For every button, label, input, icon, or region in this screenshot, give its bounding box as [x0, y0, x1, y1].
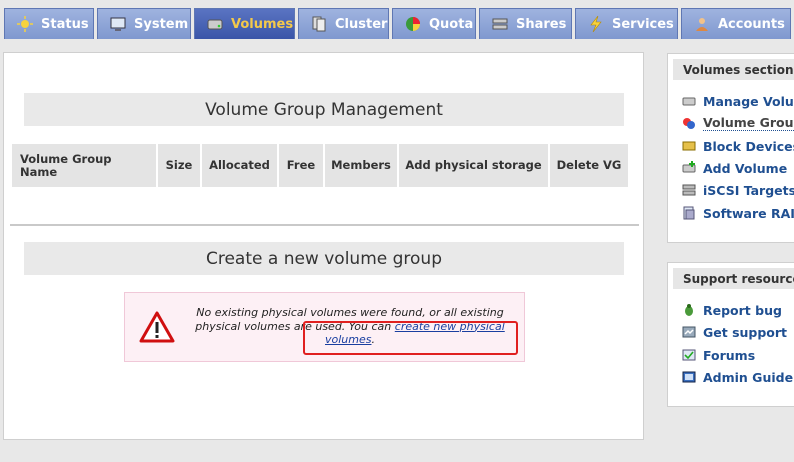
tab-label: System — [134, 16, 189, 32]
sidebar-item-forums[interactable]: Forums — [682, 346, 755, 364]
status-icon — [17, 16, 33, 32]
disk-icon — [682, 94, 696, 108]
block-device-icon — [682, 139, 696, 153]
sidebar-item-label: Add Volume — [703, 160, 788, 176]
warning-triangle-icon — [139, 311, 175, 343]
volume-group-table-header: Volume Group Name Size Allocated Free Me… — [12, 144, 638, 187]
tab-quota[interactable]: Quota — [392, 8, 476, 39]
sidebar-item-get-support[interactable]: Get support — [682, 323, 787, 341]
sidebar-item-label: Get support — [703, 324, 788, 340]
sidebar-item-admin-guide[interactable]: Admin Guide — [682, 368, 793, 386]
column-header-allocated: Allocated — [202, 144, 277, 187]
column-header-delete-vg: Delete VG — [550, 144, 628, 187]
services-icon — [588, 16, 604, 32]
top-nav-tabs: Status System Volumes Cluster Quota Shar… — [0, 0, 794, 40]
column-header-vg-name: Volume Group Name — [12, 144, 156, 187]
tab-label: Status — [41, 16, 89, 32]
tab-label: Accounts — [718, 16, 785, 32]
volume-group-icon — [682, 116, 696, 130]
sidebar-item-label: Block Devices — [703, 138, 794, 154]
column-header-add-physical-storage: Add physical storage — [399, 144, 548, 187]
sidebar-item-label: Software RAID — [703, 205, 794, 221]
bug-icon — [682, 303, 696, 317]
shares-icon — [492, 16, 508, 32]
volumes-icon — [207, 16, 223, 32]
sidebar-item-add-volume[interactable]: Add Volume — [682, 159, 787, 177]
tab-shares[interactable]: Shares — [479, 8, 572, 39]
create-volume-group-title: Create a new volume group — [24, 242, 624, 275]
volumes-section-box: Volumes section Manage Volumes Volume Gr… — [667, 53, 794, 243]
quota-icon — [405, 16, 421, 32]
sidebar-item-software-raid[interactable]: Software RAID — [682, 204, 794, 222]
section-divider — [10, 224, 639, 226]
tab-label: Shares — [516, 16, 567, 32]
guide-icon — [682, 370, 696, 384]
volumes-section-title: Volumes section — [673, 59, 794, 80]
main-content-panel: Volume Group Management Volume Group Nam… — [3, 52, 644, 440]
support-resources-title: Support resources — [673, 268, 794, 289]
column-header-members: Members — [325, 144, 397, 187]
sidebar-item-label: Forums — [703, 347, 756, 363]
sidebar-item-label: Volume Groups — [703, 115, 794, 131]
add-volume-icon — [682, 161, 696, 175]
system-icon — [110, 16, 126, 32]
raid-icon — [682, 206, 696, 220]
accounts-icon — [694, 16, 710, 32]
tab-label: Cluster — [335, 16, 388, 32]
forums-icon — [682, 348, 696, 362]
highlight-box — [303, 321, 518, 355]
sidebar-item-volume-groups[interactable]: Volume Groups — [682, 114, 794, 132]
tab-label: Services — [612, 16, 674, 32]
sidebar-item-label: Manage Volumes — [703, 93, 794, 109]
tab-status[interactable]: Status — [4, 8, 94, 39]
column-header-size: Size — [158, 144, 200, 187]
tab-cluster[interactable]: Cluster — [298, 8, 389, 39]
tab-volumes[interactable]: Volumes — [194, 8, 295, 39]
sidebar-item-label: iSCSI Targets — [703, 182, 794, 198]
tab-label: Quota — [429, 16, 474, 32]
tab-accounts[interactable]: Accounts — [681, 8, 791, 39]
tab-services[interactable]: Services — [575, 8, 678, 39]
support-resources-box: Support resources Report bug Get support… — [667, 262, 794, 407]
sidebar-item-report-bug[interactable]: Report bug — [682, 301, 782, 319]
sidebar-item-manage-volumes[interactable]: Manage Volumes — [682, 92, 794, 110]
support-icon — [682, 325, 696, 339]
sidebar-item-label: Admin Guide — [703, 369, 794, 385]
volume-group-management-title: Volume Group Management — [24, 93, 624, 126]
sidebar-item-iscsi-targets[interactable]: iSCSI Targets — [682, 181, 794, 199]
tab-label: Volumes — [231, 16, 294, 32]
iscsi-icon — [682, 183, 696, 197]
sidebar-item-block-devices[interactable]: Block Devices — [682, 137, 794, 155]
cluster-icon — [311, 16, 327, 32]
sidebar-item-label: Report bug — [703, 302, 782, 318]
column-header-free: Free — [279, 144, 323, 187]
tab-system[interactable]: System — [97, 8, 191, 39]
